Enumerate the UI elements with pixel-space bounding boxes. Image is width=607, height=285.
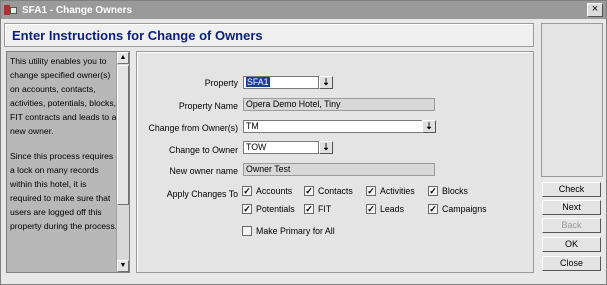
instructions-paragraph-2: Since this process requires a lock on ma…: [10, 151, 117, 231]
change-to-field[interactable]: TOW: [243, 141, 319, 154]
check-icon: ✓: [428, 204, 438, 214]
scroll-down-icon[interactable]: ▼: [117, 260, 129, 272]
contacts-label: Contacts: [318, 186, 353, 196]
page-title: Enter Instructions for Change of Owners: [4, 23, 534, 47]
potentials-label: Potentials: [256, 204, 295, 214]
make-primary-label: Make Primary for All: [256, 226, 335, 236]
ok-button[interactable]: OK: [542, 237, 601, 252]
check-icon: ✓: [242, 186, 252, 196]
accounts-label: Accounts: [256, 186, 293, 196]
change-to-label: Change to Owner: [169, 145, 238, 155]
title-bar: SFA1 - Change Owners ×: [1, 1, 606, 19]
check-icon: ✓: [366, 186, 376, 196]
check-icon: ✓: [304, 204, 314, 214]
change-to-dropdown-icon[interactable]: ⇣: [319, 141, 333, 154]
apply-changes-label: Apply Changes To: [166, 189, 238, 199]
campaigns-checkbox[interactable]: ✓ Campaigns: [428, 204, 487, 214]
change-from-label: Change from Owner(s): [148, 123, 238, 133]
form-panel: Property SFA1 ⇣ Property Name Opera Demo…: [136, 51, 534, 273]
property-name-field: Opera Demo Hotel, Tiny: [243, 98, 435, 111]
instructions-paragraph-1: This utility enables you to change speci…: [10, 56, 117, 136]
fit-checkbox[interactable]: ✓ FIT: [304, 204, 331, 214]
window-title: SFA1 - Change Owners: [22, 4, 133, 16]
activities-label: Activities: [380, 186, 415, 196]
activities-checkbox[interactable]: ✓ Activities: [366, 186, 415, 196]
check-icon: ✓: [428, 186, 438, 196]
scroll-thumb[interactable]: [117, 65, 129, 205]
close-window-button[interactable]: ×: [587, 3, 603, 17]
blocks-checkbox[interactable]: ✓ Blocks: [428, 186, 468, 196]
leads-checkbox[interactable]: ✓ Leads: [366, 204, 404, 214]
blocks-label: Blocks: [442, 186, 468, 196]
unchecked-box-icon: [242, 226, 252, 236]
property-dropdown-icon[interactable]: ⇣: [319, 76, 333, 89]
potentials-checkbox[interactable]: ✓ Potentials: [242, 204, 295, 214]
property-label: Property: [204, 78, 238, 88]
property-name-label: Property Name: [178, 101, 238, 111]
scroll-up-icon[interactable]: ▲: [117, 52, 129, 64]
check-icon: ✓: [242, 204, 252, 214]
back-button[interactable]: Back: [542, 218, 601, 233]
change-from-field[interactable]: TM: [243, 120, 423, 133]
property-value: SFA1: [246, 77, 270, 87]
change-owners-window: SFA1 - Change Owners × Enter Instruction…: [0, 0, 607, 285]
instructions-scrollbar[interactable]: ▲ ▼: [116, 52, 129, 272]
check-icon: ✓: [304, 186, 314, 196]
change-from-dropdown-icon[interactable]: ⇣: [422, 120, 436, 133]
check-icon: ✓: [366, 204, 376, 214]
accounts-checkbox[interactable]: ✓ Accounts: [242, 186, 292, 196]
contacts-checkbox[interactable]: ✓ Contacts: [304, 186, 353, 196]
leads-label: Leads: [380, 204, 404, 214]
app-icon: [4, 4, 18, 16]
new-owner-name-field: Owner Test: [243, 163, 435, 176]
check-button[interactable]: Check: [542, 182, 601, 197]
property-field[interactable]: SFA1: [243, 76, 319, 89]
fit-label: FIT: [318, 204, 332, 214]
right-empty-panel: [541, 23, 603, 177]
make-primary-checkbox[interactable]: Make Primary for All: [242, 226, 335, 236]
next-button[interactable]: Next: [542, 200, 601, 215]
instructions-text: This utility enables you to change speci…: [10, 55, 117, 269]
campaigns-label: Campaigns: [442, 204, 487, 214]
instructions-panel: This utility enables you to change speci…: [6, 51, 130, 273]
new-owner-name-label: New owner name: [169, 166, 238, 176]
close-button[interactable]: Close: [542, 256, 601, 271]
